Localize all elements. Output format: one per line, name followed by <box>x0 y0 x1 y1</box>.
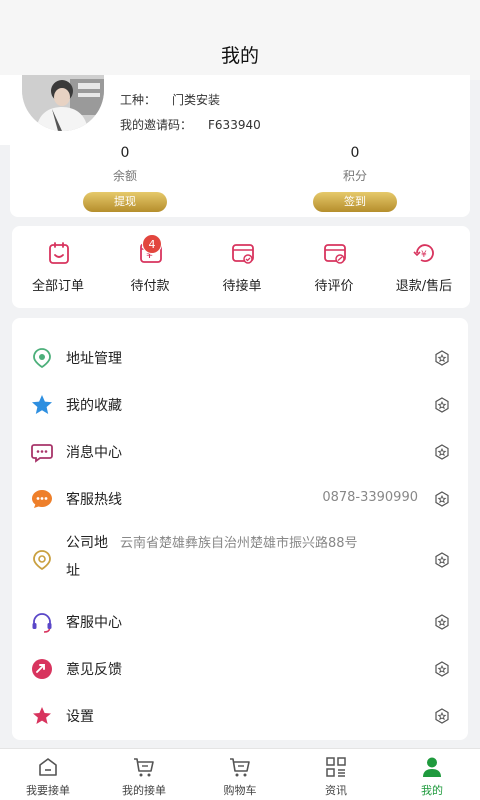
menu-hotline[interactable]: 客服热线 0878-3390990 <box>12 475 468 521</box>
order-pending-accept-label: 待接单 <box>222 279 262 294</box>
order-pending-accept[interactable]: 待接单 <box>196 226 288 308</box>
yen-refresh-icon: ¥ <box>412 240 438 266</box>
hexagon-star-icon <box>434 661 450 677</box>
card-check-icon <box>230 240 256 266</box>
balance-label: 余额 <box>112 169 137 183</box>
menu-settings-label: 设置 <box>66 709 94 725</box>
menu-hotline-label: 客服热线 <box>66 492 122 508</box>
trade-row: 工种： 门类安装 <box>120 91 220 108</box>
tab-take-orders[interactable]: 我要接单 <box>0 749 96 800</box>
pending-payment-badge: 4 <box>142 234 162 254</box>
clipboard-icon <box>46 240 72 266</box>
hexagon-star-icon <box>434 614 450 630</box>
order-pending-review[interactable]: 待评价 <box>288 226 380 308</box>
balance-stat: 0 余额 提现 <box>10 145 240 212</box>
bottom-tab-bar: 我要接单 我的接单 购物车 资讯 我的 <box>0 748 480 800</box>
page-header: 我的 <box>0 0 480 80</box>
hexagon-star-icon <box>434 708 450 724</box>
location-icon <box>30 346 54 370</box>
order-shortcuts: 全部订单 ¥ 待付款 待接单 待评价 ¥ 退款/售后 <box>12 226 470 308</box>
cart-icon <box>228 755 252 779</box>
star-icon <box>30 393 54 417</box>
headset-icon <box>30 610 54 634</box>
profile-card: 工种： 门类安装 我的邀请码： F633940 <box>0 75 470 145</box>
points-stat: 0 积分 签到 <box>240 145 470 212</box>
invite-code-value[interactable]: F633940 <box>208 118 261 132</box>
invite-code-label: 我的邀请码： <box>120 118 193 132</box>
page-title: 我的 <box>220 44 259 67</box>
company-address-row: 公司地 云南省楚雄彝族自治州楚雄市振兴路88号 <box>66 532 358 552</box>
menu-company-address[interactable]: 公司地 云南省楚雄彝族自治州楚雄市振兴路88号 址 <box>12 532 468 588</box>
menu-company-address-label: 公司地 <box>66 535 108 551</box>
settings-star-icon <box>30 704 54 728</box>
tab-news[interactable]: 资讯 <box>288 749 384 800</box>
menu-feedback[interactable]: 意见反馈 <box>12 645 468 691</box>
trade-value: 门类安装 <box>172 93 221 107</box>
hexagon-star-icon <box>434 397 450 413</box>
tab-mine-label: 我的 <box>421 784 443 797</box>
tab-take-orders-label: 我要接单 <box>26 784 70 797</box>
order-all[interactable]: 全部订单 <box>12 226 104 308</box>
order-pending-review-label: 待评价 <box>314 279 354 294</box>
menu-favorites[interactable]: 我的收藏 <box>12 381 468 427</box>
chat-icon <box>30 440 54 464</box>
trade-label: 工种： <box>120 93 157 107</box>
points-value: 0 <box>350 145 360 161</box>
menu-address[interactable]: 地址管理 <box>12 334 468 380</box>
menu-company-address-label-wrap: 址 <box>66 563 80 579</box>
tab-news-label: 资讯 <box>325 784 347 797</box>
menu-settings[interactable]: 设置 <box>12 692 468 738</box>
wallet-stats: 0 余额 提现 0 积分 签到 <box>10 145 470 217</box>
company-address-value: 云南省楚雄彝族自治州楚雄市振兴路88号 <box>120 536 358 551</box>
order-pending-payment-label: 待付款 <box>130 279 170 294</box>
location-outline-icon <box>30 548 54 572</box>
avatar[interactable] <box>22 75 104 131</box>
svg-text:¥: ¥ <box>421 250 427 260</box>
grid-icon <box>324 755 348 779</box>
tab-my-orders[interactable]: 我的接单 <box>96 749 192 800</box>
tab-my-orders-label: 我的接单 <box>122 784 166 797</box>
hexagon-star-icon <box>434 350 450 366</box>
checkin-button[interactable]: 签到 <box>313 192 397 212</box>
menu-favorites-label: 我的收藏 <box>66 398 122 414</box>
hexagon-star-icon <box>434 491 450 507</box>
card-edit-icon <box>322 240 348 266</box>
hexagon-star-icon <box>434 444 450 460</box>
balance-value: 0 <box>120 145 130 161</box>
person-icon <box>420 755 444 779</box>
order-all-label: 全部订单 <box>31 279 84 294</box>
points-label: 积分 <box>342 169 367 183</box>
menu-messages-label: 消息中心 <box>66 445 122 461</box>
order-refund[interactable]: ¥ 退款/售后 <box>378 226 470 308</box>
menu-address-label: 地址管理 <box>66 351 122 367</box>
tab-mine[interactable]: 我的 <box>384 749 480 800</box>
settings-menu: 地址管理 我的收藏 消息中心 客服热线 0878-3390990 公司地 云南省楚… <box>12 318 468 740</box>
menu-service-center[interactable]: 客服中心 <box>12 598 468 644</box>
hexagon-star-icon <box>434 552 450 568</box>
tab-cart[interactable]: 购物车 <box>192 749 288 800</box>
withdraw-button[interactable]: 提现 <box>83 192 167 212</box>
hotline-number[interactable]: 0878-3390990 <box>322 490 418 505</box>
home-icon <box>36 755 60 779</box>
menu-service-center-label: 客服中心 <box>66 615 122 631</box>
feedback-icon <box>30 657 54 681</box>
menu-messages[interactable]: 消息中心 <box>12 428 468 474</box>
menu-feedback-label: 意见反馈 <box>66 662 122 678</box>
chat-bubble-icon <box>30 487 54 511</box>
order-refund-label: 退款/售后 <box>395 279 453 294</box>
cart-icon <box>132 755 156 779</box>
invite-code-row: 我的邀请码： F633940 <box>120 116 261 133</box>
tab-cart-label: 购物车 <box>223 784 257 797</box>
